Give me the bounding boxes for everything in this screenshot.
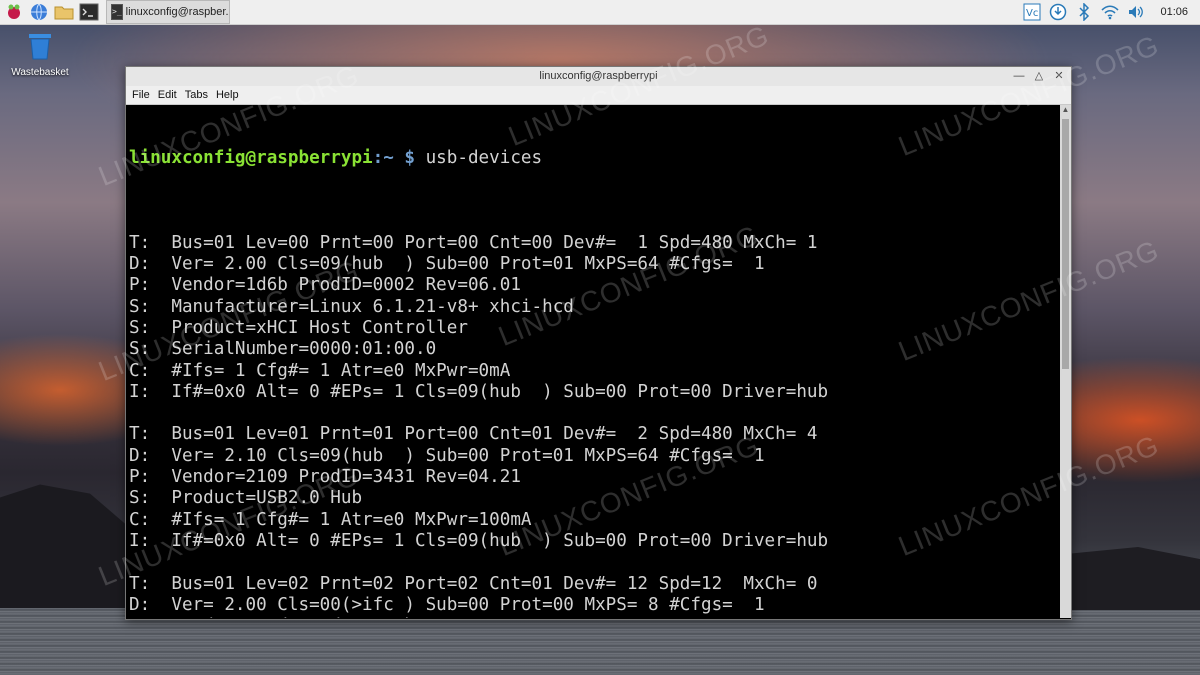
terminal-line: I: If#=0x0 Alt= 0 #EPs= 1 Cls=09(hub ) S… [129,530,829,551]
system-tray: Vc 01:06 [1022,0,1200,24]
taskbar-task-terminal[interactable]: >_ linuxconfig@raspber... [106,0,230,24]
terminal-line: D: Ver= 2.10 Cls=09(hub ) Sub=00 Prot=01… [129,445,765,466]
wastebasket-desktop-icon[interactable]: Wastebasket [8,32,72,78]
command-text: usb-devices [415,147,543,168]
terminal-line: P: Vendor=2109 ProdID=3431 Rev=04.21 [129,467,521,488]
raspberry-menu-icon[interactable] [3,1,25,23]
menu-tabs[interactable]: Tabs [185,89,208,101]
update-icon[interactable] [1048,2,1068,22]
window-titlebar[interactable]: linuxconfig@raspberrypi — △ ✕ [126,67,1071,86]
vnc-icon[interactable]: Vc [1022,2,1042,22]
bluetooth-icon[interactable] [1074,2,1094,22]
terminal-line: D: Ver= 2.00 Cls=00(>ifc ) Sub=00 Prot=0… [129,594,765,615]
terminal-window: linuxconfig@raspberrypi — △ ✕ File Edit … [125,66,1072,620]
terminal-output[interactable]: linuxconfig@raspberrypi:~ $ usb-devices … [126,105,1062,618]
wifi-icon[interactable] [1100,2,1120,22]
svg-text:Vc: Vc [1026,8,1038,19]
taskbar: >_ linuxconfig@raspber... Vc 01:06 [0,0,1200,25]
terminal-line: C: #Ifs= 1 Cfg#= 1 Atr=e0 MxPwr=100mA [129,509,532,530]
trash-icon [29,34,51,60]
close-icon[interactable]: ✕ [1053,70,1065,83]
terminal-line: T: Bus=01 Lev=00 Prnt=00 Port=00 Cnt=00 … [129,232,818,253]
menubar: File Edit Tabs Help [126,86,1071,105]
taskbar-task-label: linuxconfig@raspber... [125,6,230,18]
volume-icon[interactable] [1126,2,1146,22]
prompt-user: linuxconfig@raspberrypi [129,147,373,168]
prompt-line: linuxconfig@raspberrypi:~ $ usb-devices [129,148,1062,169]
terminal-line: S: Product=USB2.0 Hub [129,488,363,509]
prompt-path: :~ $ [372,147,415,168]
terminal-line: D: Ver= 2.00 Cls=09(hub ) Sub=00 Prot=01… [129,254,765,275]
menu-file[interactable]: File [132,89,150,101]
menu-edit[interactable]: Edit [158,89,177,101]
terminal-line: T: Bus=01 Lev=02 Prnt=02 Port=02 Cnt=01 … [129,573,818,594]
terminal-line: P: Vendor=046d ProdID=c52b Rev=12.11 [129,616,1062,618]
terminal-icon[interactable] [78,1,100,23]
terminal-line: S: Manufacturer=Linux 6.1.21-v8+ xhci-hc… [129,296,574,317]
browser-globe-icon[interactable] [28,1,50,23]
terminal-line: S: SerialNumber=0000:01:00.0 [129,339,437,360]
scrollbar-thumb[interactable] [1062,119,1069,369]
minimize-icon[interactable]: — [1013,70,1025,83]
terminal-line: I: If#=0x0 Alt= 0 #EPs= 1 Cls=09(hub ) S… [129,381,829,402]
scroll-up-icon[interactable]: ▲ [1060,105,1071,115]
terminal-line: P: Vendor=1d6b ProdID=0002 Rev=06.01 [129,275,521,296]
terminal-scrollbar[interactable]: ▲ [1060,105,1071,618]
terminal-icon: >_ [111,4,123,20]
file-manager-folder-icon[interactable] [53,1,75,23]
terminal-line: C: #Ifs= 1 Cfg#= 1 Atr=e0 MxPwr=0mA [129,360,511,381]
window-controls: — △ ✕ [1013,67,1065,86]
maximize-icon[interactable]: △ [1033,70,1045,83]
terminal-line: T: Bus=01 Lev=01 Prnt=01 Port=00 Cnt=01 … [129,424,818,445]
terminal-line: S: Product=xHCI Host Controller [129,317,468,338]
wastebasket-label: Wastebasket [11,67,69,78]
window-title: linuxconfig@raspberrypi [539,70,658,82]
terminal-lines: T: Bus=01 Lev=00 Prnt=00 Port=00 Cnt=00 … [129,211,1062,618]
menu-help[interactable]: Help [216,89,239,101]
clock[interactable]: 01:06 [1160,6,1188,18]
